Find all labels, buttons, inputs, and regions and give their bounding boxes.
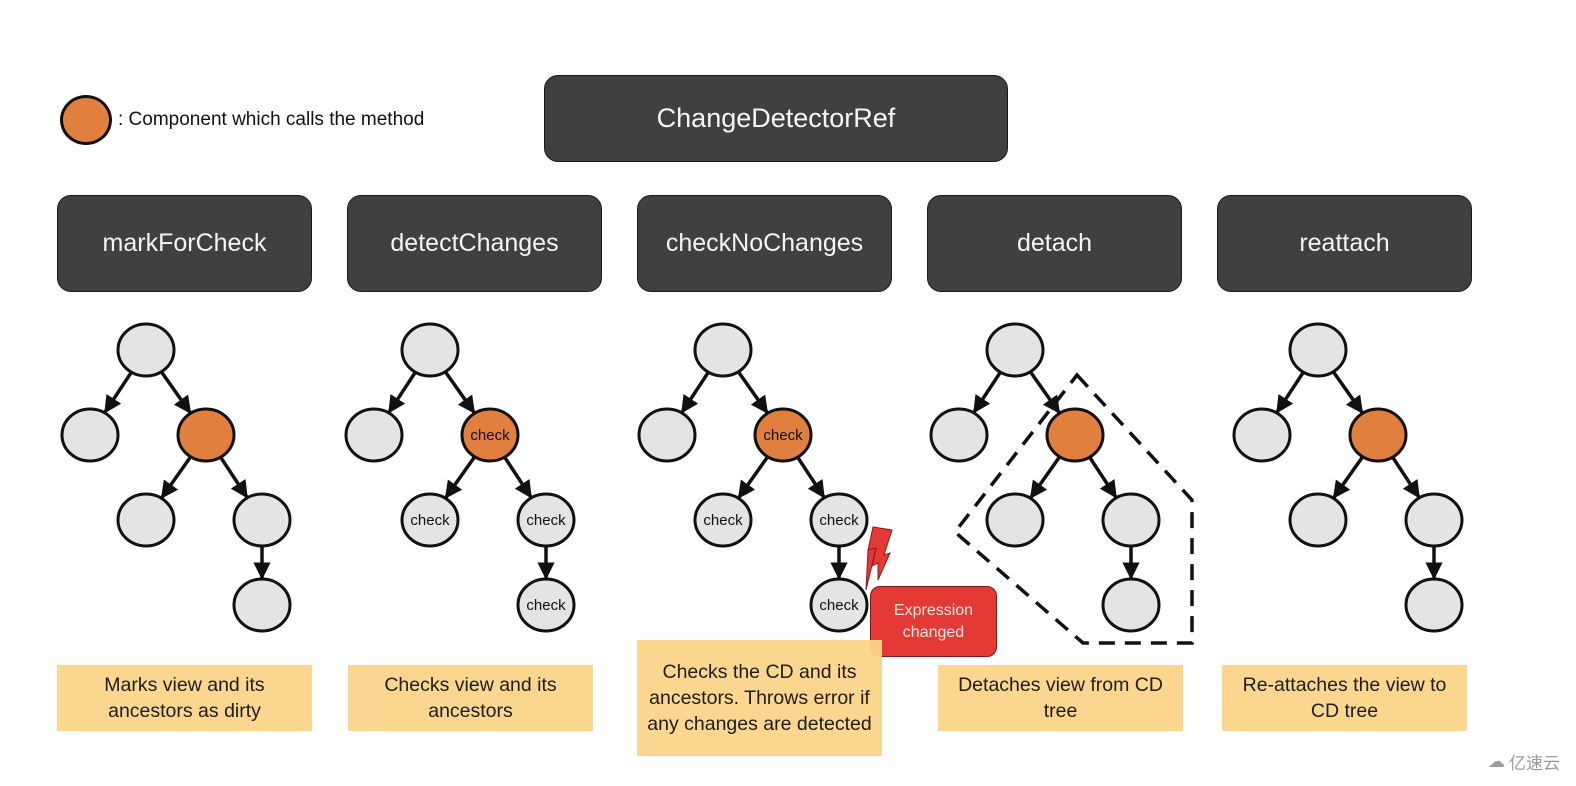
tree-edge-arrow [1331, 370, 1364, 414]
component-node [400, 322, 460, 378]
component-node [693, 322, 753, 378]
component-node [929, 407, 989, 463]
caller-component-node [1348, 407, 1408, 463]
tree-edge-arrow [1391, 456, 1421, 499]
tree-edge-arrow [1332, 455, 1365, 499]
watermark: ☁ 亿速云 [1488, 749, 1560, 774]
tree-edge-arrow [387, 371, 417, 414]
tree-edge-arrow [1029, 455, 1062, 499]
component-node [637, 407, 697, 463]
tree-edge-arrow [159, 370, 192, 414]
component-node [232, 577, 292, 633]
tree-reattach [1232, 322, 1464, 633]
node-label: check [763, 427, 803, 444]
tree-edge-arrow [972, 371, 1002, 414]
tree-edge-arrow [1028, 370, 1061, 414]
lightning-bolt-tail [865, 547, 877, 591]
tree-edge-arrow [444, 455, 477, 499]
node-label: check [819, 512, 859, 529]
node-label: check [526, 597, 566, 614]
component-node [1288, 492, 1348, 548]
tree-checkNoChanges: check check check check [637, 322, 869, 633]
node-label: check [410, 512, 450, 529]
component-node [232, 492, 292, 548]
tree-edge-arrow [103, 371, 133, 414]
tree-edge-arrow [737, 455, 770, 499]
component-node [1101, 492, 1161, 548]
tree-edge-arrow [736, 370, 769, 414]
node-label: check [703, 512, 743, 529]
component-node [1288, 322, 1348, 378]
component-node [1404, 492, 1464, 548]
error-label: Expression changed [893, 601, 974, 641]
cloud-logo-icon: ☁ [1488, 751, 1505, 771]
description-detectchanges: Checks view and its ancestors [348, 665, 593, 731]
tree-edge-arrow [680, 371, 710, 414]
description-checknochanges: Checks the CD and its ancestors. Throws … [637, 640, 882, 756]
tree-edge-arrow [443, 370, 476, 414]
description-markforcheck: Marks view and its ancestors as dirty [57, 665, 312, 731]
component-node [116, 322, 176, 378]
tree-edge-arrow [219, 456, 249, 499]
node-label: check [470, 427, 510, 444]
component-node [1101, 577, 1161, 633]
caller-component-node [176, 407, 236, 463]
component-node [116, 492, 176, 548]
component-node [60, 407, 120, 463]
node-label: check [819, 597, 859, 614]
component-node [985, 492, 1045, 548]
description-text: Checks the CD and its ancestors. Throws … [647, 661, 872, 735]
tree-edge-arrow [1275, 371, 1305, 414]
description-text: Detaches view from CD tree [958, 674, 1163, 722]
description-text: Marks view and its ancestors as dirty [104, 674, 265, 722]
caller-component-node [1045, 407, 1105, 463]
component-node [985, 322, 1045, 378]
description-text: Re-attaches the view to CD tree [1242, 674, 1447, 722]
tree-edge-arrow [1088, 456, 1118, 499]
description-text: Checks view and its ancestors [384, 674, 557, 722]
watermark-text: 亿速云 [1509, 754, 1560, 773]
description-detach: Detaches view from CD tree [938, 665, 1183, 731]
tree-detectChanges: check check check check [344, 322, 576, 633]
description-reattach: Re-attaches the view to CD tree [1222, 665, 1467, 731]
tree-detach [929, 322, 1161, 633]
tree-markForCheck [60, 322, 292, 633]
component-node [1404, 577, 1464, 633]
tree-edge-arrow [503, 456, 533, 499]
node-label: check [526, 512, 566, 529]
component-node [1232, 407, 1292, 463]
tree-edge-arrow [160, 455, 193, 499]
expression-changed-error: Expression changed [870, 586, 997, 657]
tree-edge-arrow [796, 456, 826, 499]
component-node [344, 407, 404, 463]
